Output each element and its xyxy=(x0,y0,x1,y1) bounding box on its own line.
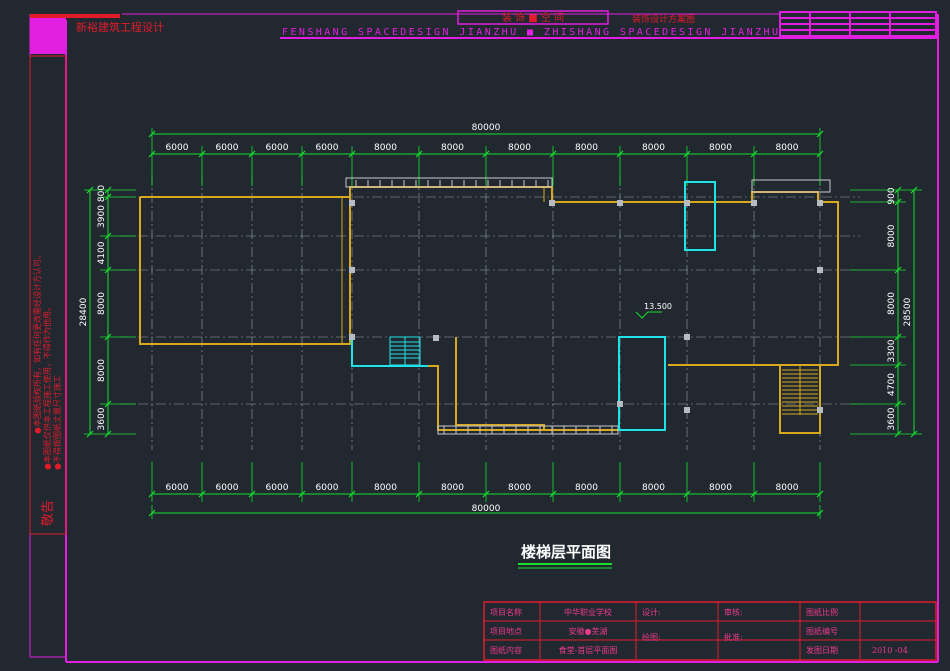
west-wing-outline xyxy=(139,196,351,345)
banner-right: 装饰设计方案图 xyxy=(632,13,695,25)
right-span-dim-label: 8000 xyxy=(887,224,897,247)
window-band-top-east xyxy=(751,179,831,193)
title-block-text: 项目名称 中华职业学校 项目地点 安徽●芜湖 图纸内容 食堂-首层平面图 设计:… xyxy=(490,607,908,655)
elevation-marker-icon xyxy=(635,311,662,319)
column-mark xyxy=(349,334,355,340)
review-label: 审核: xyxy=(724,607,743,617)
top-span-dim-label: 8000 xyxy=(642,143,665,153)
column-mark xyxy=(817,267,823,273)
column-mark xyxy=(549,200,555,206)
bottom-span-dim-label: 6000 xyxy=(166,483,189,493)
bottom-span-dim-label: 8000 xyxy=(441,483,464,493)
cad-drawing-canvas: 新裕建筑工程设计 ●本图纸版权所有，如有任何更改需经设计方认可。 ●本图纸仅供本… xyxy=(29,10,939,663)
column-mark xyxy=(817,407,823,413)
window-band-top xyxy=(345,177,553,188)
right-span-dim-label: 3300 xyxy=(887,339,897,362)
title-block xyxy=(483,601,937,661)
stair-west-icon xyxy=(389,336,421,366)
top-span-dim-label: 8000 xyxy=(508,143,531,153)
side-notes: ●本图纸版权所有，如有任何更改需经设计方认可。 ●本图纸仅供本工程施工使用，不得… xyxy=(32,251,62,526)
column-mark xyxy=(751,200,757,206)
top-span-dim-label: 6000 xyxy=(216,143,239,153)
company-name: 新裕建筑工程设计 xyxy=(76,20,164,34)
design-label: 设计: xyxy=(642,607,661,617)
plan-title: 楼梯层平面图 xyxy=(521,543,611,561)
column-mark xyxy=(684,334,690,340)
bottom-total-label: 80000 xyxy=(472,504,501,514)
bottom-span-dim-label: 8000 xyxy=(642,483,665,493)
top-span-dim-label: 8000 xyxy=(709,143,732,153)
bottom-span-dim-label: 8000 xyxy=(575,483,598,493)
building-walls xyxy=(139,186,839,431)
side-note-title: 敬告 xyxy=(40,500,56,526)
structural-columns xyxy=(349,200,823,413)
corner-block xyxy=(30,14,66,54)
right-span-dim-label: 900 xyxy=(887,187,897,204)
grid-axes xyxy=(120,175,860,450)
drawing-content-value: 食堂-首层平面图 xyxy=(559,645,618,655)
side-note-1: ●本图纸版权所有，如有任何更改需经设计方认可。 xyxy=(32,251,42,434)
bottom-span-dim-label: 6000 xyxy=(316,483,339,493)
column-mark xyxy=(349,200,355,206)
scale-label: 图纸比例 xyxy=(806,607,838,617)
top-span-dim-label: 8000 xyxy=(776,143,799,153)
decorative-pattern-icon xyxy=(779,11,937,37)
left-span-dim-label: 3900 xyxy=(97,205,107,228)
elevation-label: 13.500 xyxy=(644,302,672,311)
banner-center: 装 饰 ■ 空 间 xyxy=(502,11,564,24)
left-span-dim-label: 4100 xyxy=(97,241,107,264)
bottom-span-dim-label: 8000 xyxy=(776,483,799,493)
left-span-dim-label: 800 xyxy=(97,185,107,202)
column-mark xyxy=(684,200,690,206)
bottom-span-dim-label: 8000 xyxy=(508,483,531,493)
drawing-content-label: 图纸内容 xyxy=(490,645,522,655)
scrolling-text: FENSHANG SPACEDESIGN JIANZHU ■ ZHISHANG … xyxy=(282,27,778,38)
stair-east-icon xyxy=(779,364,821,434)
project-location-value: 安徽●芜湖 xyxy=(569,626,608,636)
top-span-dim-label: 6000 xyxy=(316,143,339,153)
left-span-dim-label: 8000 xyxy=(97,359,107,382)
main-outline xyxy=(349,186,839,366)
top-span-dim-label: 8000 xyxy=(441,143,464,153)
south-outline xyxy=(358,337,545,431)
top-span-dim-label: 6000 xyxy=(266,143,289,153)
date-value: 2010 -04 xyxy=(872,646,908,655)
bottom-span-dim-label: 8000 xyxy=(709,483,732,493)
top-span-dim-label: 8000 xyxy=(374,143,397,153)
right-span-dim-label: 8000 xyxy=(887,292,897,315)
top-total-label: 80000 xyxy=(472,123,501,133)
bottom-span-dim-label: 6000 xyxy=(216,483,239,493)
number-label: 图纸编号 xyxy=(806,626,838,636)
project-location-label: 项目地点 xyxy=(490,626,522,636)
project-name-value: 中华职业学校 xyxy=(564,607,612,617)
column-mark xyxy=(617,401,623,407)
column-mark xyxy=(349,267,355,273)
right-span-dim-label: 4700 xyxy=(887,373,897,396)
column-mark xyxy=(433,335,439,341)
column-mark xyxy=(617,200,623,206)
left-span-dim-label: 3600 xyxy=(97,407,107,430)
date-label: 发图日期 xyxy=(806,645,838,655)
draw-label: 绘图: xyxy=(642,632,661,642)
window-marks xyxy=(345,177,831,435)
left-total-label: 28400 xyxy=(79,297,89,326)
left-span-dim-label: 8000 xyxy=(97,292,107,315)
right-total-label: 28500 xyxy=(903,297,913,326)
top-span-dim-label: 6000 xyxy=(166,143,189,153)
top-span-dim-label: 8000 xyxy=(575,143,598,153)
column-mark xyxy=(817,200,823,206)
shaft-opening xyxy=(684,181,716,251)
drawing-frame xyxy=(29,13,939,663)
corner-red-bar xyxy=(30,14,120,18)
right-span-dim-label: 3600 xyxy=(887,407,897,430)
side-note-2: ●本图纸仅供本工程施工使用，不得作为他用。 xyxy=(42,303,52,470)
side-note-3: ●不得按图纸丈量尺寸施工 xyxy=(52,375,62,470)
approve-label: 批准: xyxy=(724,632,743,642)
void-opening xyxy=(618,336,666,431)
project-name-label: 项目名称 xyxy=(490,607,522,617)
bottom-span-dim-label: 8000 xyxy=(374,483,397,493)
bottom-span-dim-label: 6000 xyxy=(266,483,289,493)
column-mark xyxy=(684,407,690,413)
